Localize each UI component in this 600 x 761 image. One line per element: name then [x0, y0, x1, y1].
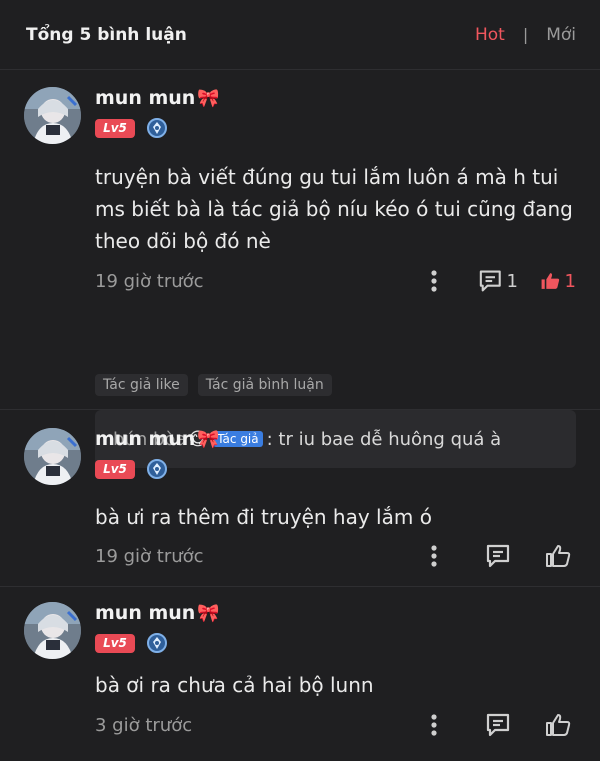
more-vertical-icon[interactable]	[424, 710, 444, 740]
bow-emoji: 🎀	[197, 603, 220, 624]
username[interactable]: mun mun 🎀	[95, 428, 220, 450]
comments-header: Tổng 5 bình luận Hot | Mới	[0, 0, 600, 70]
rank-medal-icon	[147, 633, 167, 653]
rank-medal-icon	[147, 118, 167, 138]
reply-button[interactable]: 1	[478, 266, 518, 296]
reply-button[interactable]	[478, 541, 518, 571]
user-badges: Lv5	[95, 118, 167, 138]
level-badge: Lv5	[95, 118, 135, 138]
more-vertical-icon[interactable]	[424, 266, 444, 296]
sort-tabs: Hot | Mới	[475, 25, 576, 45]
username-text: mun mun	[95, 602, 196, 624]
like-count: 1	[564, 270, 576, 292]
comment-meta: 19 giờ trước	[95, 541, 576, 571]
comment-item: mun mun 🎀 Lv5 bà ơi ra chưa cả hai bộ lun…	[0, 587, 600, 760]
thumbs-up-icon	[541, 273, 560, 289]
comment-meta: 19 giờ trước 1 1	[95, 266, 576, 296]
reply-button[interactable]	[478, 710, 518, 740]
more-vertical-icon[interactable]	[424, 541, 444, 571]
username-text: mun mun	[95, 428, 196, 450]
comment-time: 19 giờ trước	[95, 270, 204, 292]
avatar[interactable]	[24, 602, 81, 659]
bow-emoji: 🎀	[197, 429, 220, 450]
like-button[interactable]: 1	[540, 266, 576, 296]
username[interactable]: mun mun 🎀	[95, 602, 220, 624]
comment-item: mun mun 🎀 Lv5 truyện bà viết đúng gu tui …	[0, 70, 600, 468]
bow-emoji: 🎀	[197, 88, 220, 109]
user-badges: Lv5	[95, 633, 167, 653]
level-badge: Lv5	[95, 459, 135, 479]
username[interactable]: mun mun 🎀	[95, 87, 220, 109]
comment-text: truyện bà viết đúng gu tui lắm luôn á mà…	[95, 165, 573, 253]
thumbs-up-icon	[546, 714, 571, 736]
comment-bubble-icon	[486, 713, 510, 737]
comment-bubble-icon	[486, 544, 510, 568]
comment-text: bà ơi ra chưa cả hai bộ lunn	[95, 673, 374, 697]
comment-text: bà ưi ra thêm đi truyện hay lắm ó	[95, 505, 432, 529]
author-tags: Tác giả like Tác giả bình luận	[95, 374, 342, 396]
tab-new[interactable]: Mới	[546, 25, 576, 45]
tab-separator: |	[522, 25, 529, 44]
comment-bubble-icon	[479, 270, 501, 292]
tag-author-like: Tác giả like	[95, 374, 188, 396]
tab-hot[interactable]: Hot	[475, 25, 505, 45]
comment-item: mun mun 🎀 Lv5 bà ưi ra thêm đi truyện hay…	[0, 410, 600, 587]
like-button[interactable]	[540, 541, 576, 571]
like-button[interactable]	[540, 710, 576, 740]
username-text: mun mun	[95, 87, 196, 109]
comment-count-title: Tổng 5 bình luận	[26, 24, 187, 45]
user-badges: Lv5	[95, 459, 167, 479]
avatar[interactable]	[24, 428, 81, 485]
reply-count: 1	[506, 270, 518, 292]
thumbs-up-icon	[546, 545, 571, 567]
tag-author-reply: Tác giả bình luận	[197, 374, 332, 396]
rank-medal-icon	[147, 459, 167, 479]
level-badge: Lv5	[95, 633, 135, 653]
avatar[interactable]	[24, 87, 81, 144]
comment-meta: 3 giờ trước	[95, 710, 576, 740]
comment-time: 3 giờ trước	[95, 714, 193, 736]
comment-time: 19 giờ trước	[95, 545, 204, 567]
